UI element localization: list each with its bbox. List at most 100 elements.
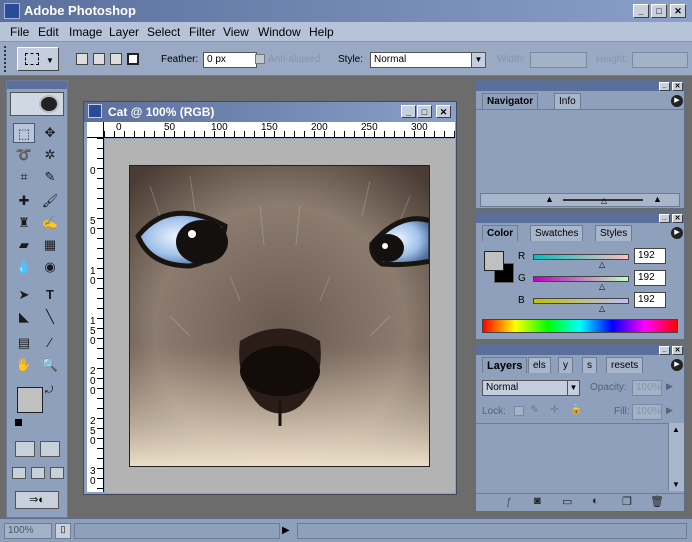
scroll-up-icon[interactable]: ▲ (672, 425, 680, 434)
opacity-arrow-icon[interactable]: ▶ (666, 381, 673, 392)
tab-channels[interactable]: els (528, 357, 551, 373)
height-field[interactable] (632, 52, 688, 68)
opacity-field[interactable]: 100% (632, 380, 662, 396)
type-icon[interactable]: T (39, 285, 61, 305)
notes-icon[interactable]: ▤ (13, 333, 35, 353)
clone-stamp-icon[interactable]: ♜ (13, 213, 35, 233)
panel-minimize-button[interactable]: _ (659, 214, 670, 223)
add-selection-icon[interactable] (93, 53, 105, 65)
swap-colors-icon[interactable]: ⤾ (45, 385, 53, 396)
healing-brush-icon[interactable]: ✚ (13, 191, 35, 211)
blue-value[interactable]: 192 (634, 292, 666, 308)
blue-slider-thumb[interactable]: △ (599, 304, 605, 313)
tab-layers[interactable]: Layers (482, 357, 528, 373)
magic-wand-icon[interactable]: ✲ (39, 145, 61, 165)
green-value[interactable]: 192 (634, 270, 666, 286)
zoom-in-icon[interactable]: ▲ (653, 194, 662, 204)
red-slider[interactable] (533, 254, 629, 260)
panel-close-button[interactable]: ✕ (672, 82, 683, 91)
path-selection-icon[interactable]: ➤ (13, 285, 35, 305)
trash-icon[interactable]: 🗑 (650, 495, 664, 508)
doc-maximize-button[interactable]: □ (417, 105, 432, 118)
menu-help[interactable]: Help (309, 25, 334, 39)
red-value[interactable]: 192 (634, 248, 666, 264)
tab-info[interactable]: Info (554, 93, 581, 109)
menu-edit[interactable]: Edit (38, 25, 59, 39)
menu-window[interactable]: Window (258, 25, 301, 39)
screen-mode-standard-icon[interactable] (12, 467, 26, 479)
fill-field[interactable]: 100% (632, 404, 662, 420)
slice-icon[interactable]: ✎ (39, 167, 61, 187)
gradient-icon[interactable]: ▦ (39, 235, 61, 255)
ruler-origin[interactable] (87, 122, 104, 138)
screen-mode-full-icon[interactable] (50, 467, 64, 479)
style-select[interactable]: Normal ▼ (370, 52, 486, 68)
menu-layer[interactable]: Layer (109, 25, 139, 39)
intersect-selection-icon[interactable] (127, 53, 139, 65)
lock-transparency-icon[interactable] (514, 406, 524, 416)
quick-mask-icon[interactable] (40, 441, 60, 457)
lock-pixels-icon[interactable]: ✎ (530, 403, 539, 416)
rectangular-marquee-icon[interactable]: ⬚ (13, 123, 35, 143)
layer-mask-icon[interactable]: ◙ (534, 495, 541, 507)
tab-navigator[interactable]: Navigator (482, 93, 539, 109)
document-info-icon[interactable]: ▯ (55, 523, 71, 539)
foreground-color-swatch[interactable] (17, 387, 43, 413)
eyedropper-icon[interactable]: ⁄ (39, 333, 61, 353)
zoom-slider-thumb[interactable]: △ (601, 196, 607, 205)
zoom-level-field[interactable]: 100% (4, 523, 52, 539)
panel-minimize-button[interactable]: _ (659, 82, 670, 91)
zoom-icon[interactable]: 🔍 (39, 355, 61, 375)
adobe-online-icon[interactable] (10, 92, 64, 116)
new-group-icon[interactable]: ▭ (562, 495, 572, 508)
tab-styles[interactable]: Styles (595, 225, 633, 241)
layer-style-icon[interactable]: ƒ (506, 496, 512, 508)
fill-arrow-icon[interactable]: ▶ (666, 405, 673, 416)
move-icon[interactable]: ✥ (39, 123, 61, 143)
panel-foreground-color[interactable] (484, 251, 504, 271)
close-button[interactable]: ✕ (670, 4, 686, 18)
scroll-down-icon[interactable]: ▼ (672, 480, 680, 489)
subtract-selection-icon[interactable] (110, 53, 122, 65)
green-slider-thumb[interactable]: △ (599, 282, 605, 291)
menu-filter[interactable]: Filter (189, 25, 216, 39)
red-slider-thumb[interactable]: △ (599, 260, 605, 269)
cat-image[interactable] (129, 165, 430, 467)
feather-field[interactable]: 0 px (203, 52, 257, 68)
adjustment-layer-icon[interactable]: ◐ (592, 495, 599, 507)
blend-mode-select[interactable]: Normal ▼ (482, 380, 580, 396)
layers-scrollbar[interactable]: ▲ ▼ (668, 423, 684, 491)
brush-icon[interactable]: 🖌 (39, 191, 61, 211)
lasso-icon[interactable]: ➰ (13, 145, 35, 165)
tool-preset-picker[interactable]: ▼ (17, 47, 59, 71)
standard-mode-icon[interactable] (15, 441, 35, 457)
hand-icon[interactable]: ✋ (13, 355, 35, 375)
doc-close-button[interactable]: ✕ (436, 105, 451, 118)
tab-swatches[interactable]: Swatches (530, 225, 584, 241)
crop-icon[interactable]: ⌗ (13, 167, 35, 187)
eraser-icon[interactable]: ▰ (13, 235, 35, 255)
new-layer-icon[interactable]: ❐ (622, 495, 632, 508)
history-brush-icon[interactable]: ✍ (39, 213, 61, 233)
tab-actions[interactable]: s (582, 357, 597, 373)
panel-minimize-button[interactable]: _ (659, 346, 670, 355)
tab-history[interactable]: y (558, 357, 573, 373)
blue-slider[interactable] (533, 298, 629, 304)
blur-icon[interactable]: 💧 (13, 257, 35, 277)
menu-file[interactable]: File (10, 25, 29, 39)
pen-icon[interactable]: ◣ (13, 307, 35, 327)
width-field[interactable] (530, 52, 587, 68)
zoom-out-icon[interactable]: ▲ (545, 194, 554, 204)
panel-menu-icon[interactable]: ▶ (671, 359, 683, 371)
antialiased-checkbox[interactable] (255, 54, 265, 64)
lock-position-icon[interactable]: ✛ (550, 403, 559, 416)
panel-close-button[interactable]: ✕ (672, 214, 683, 223)
panel-menu-icon[interactable]: ▶ (671, 227, 683, 239)
tab-tool-presets[interactable]: resets (606, 357, 644, 373)
panel-close-button[interactable]: ✕ (672, 346, 683, 355)
panel-menu-icon[interactable]: ▶ (671, 95, 683, 107)
menu-select[interactable]: Select (147, 25, 180, 39)
color-ramp[interactable] (482, 319, 678, 333)
screen-mode-full-menu-icon[interactable] (31, 467, 45, 479)
line-icon[interactable]: ╲ (39, 307, 61, 327)
